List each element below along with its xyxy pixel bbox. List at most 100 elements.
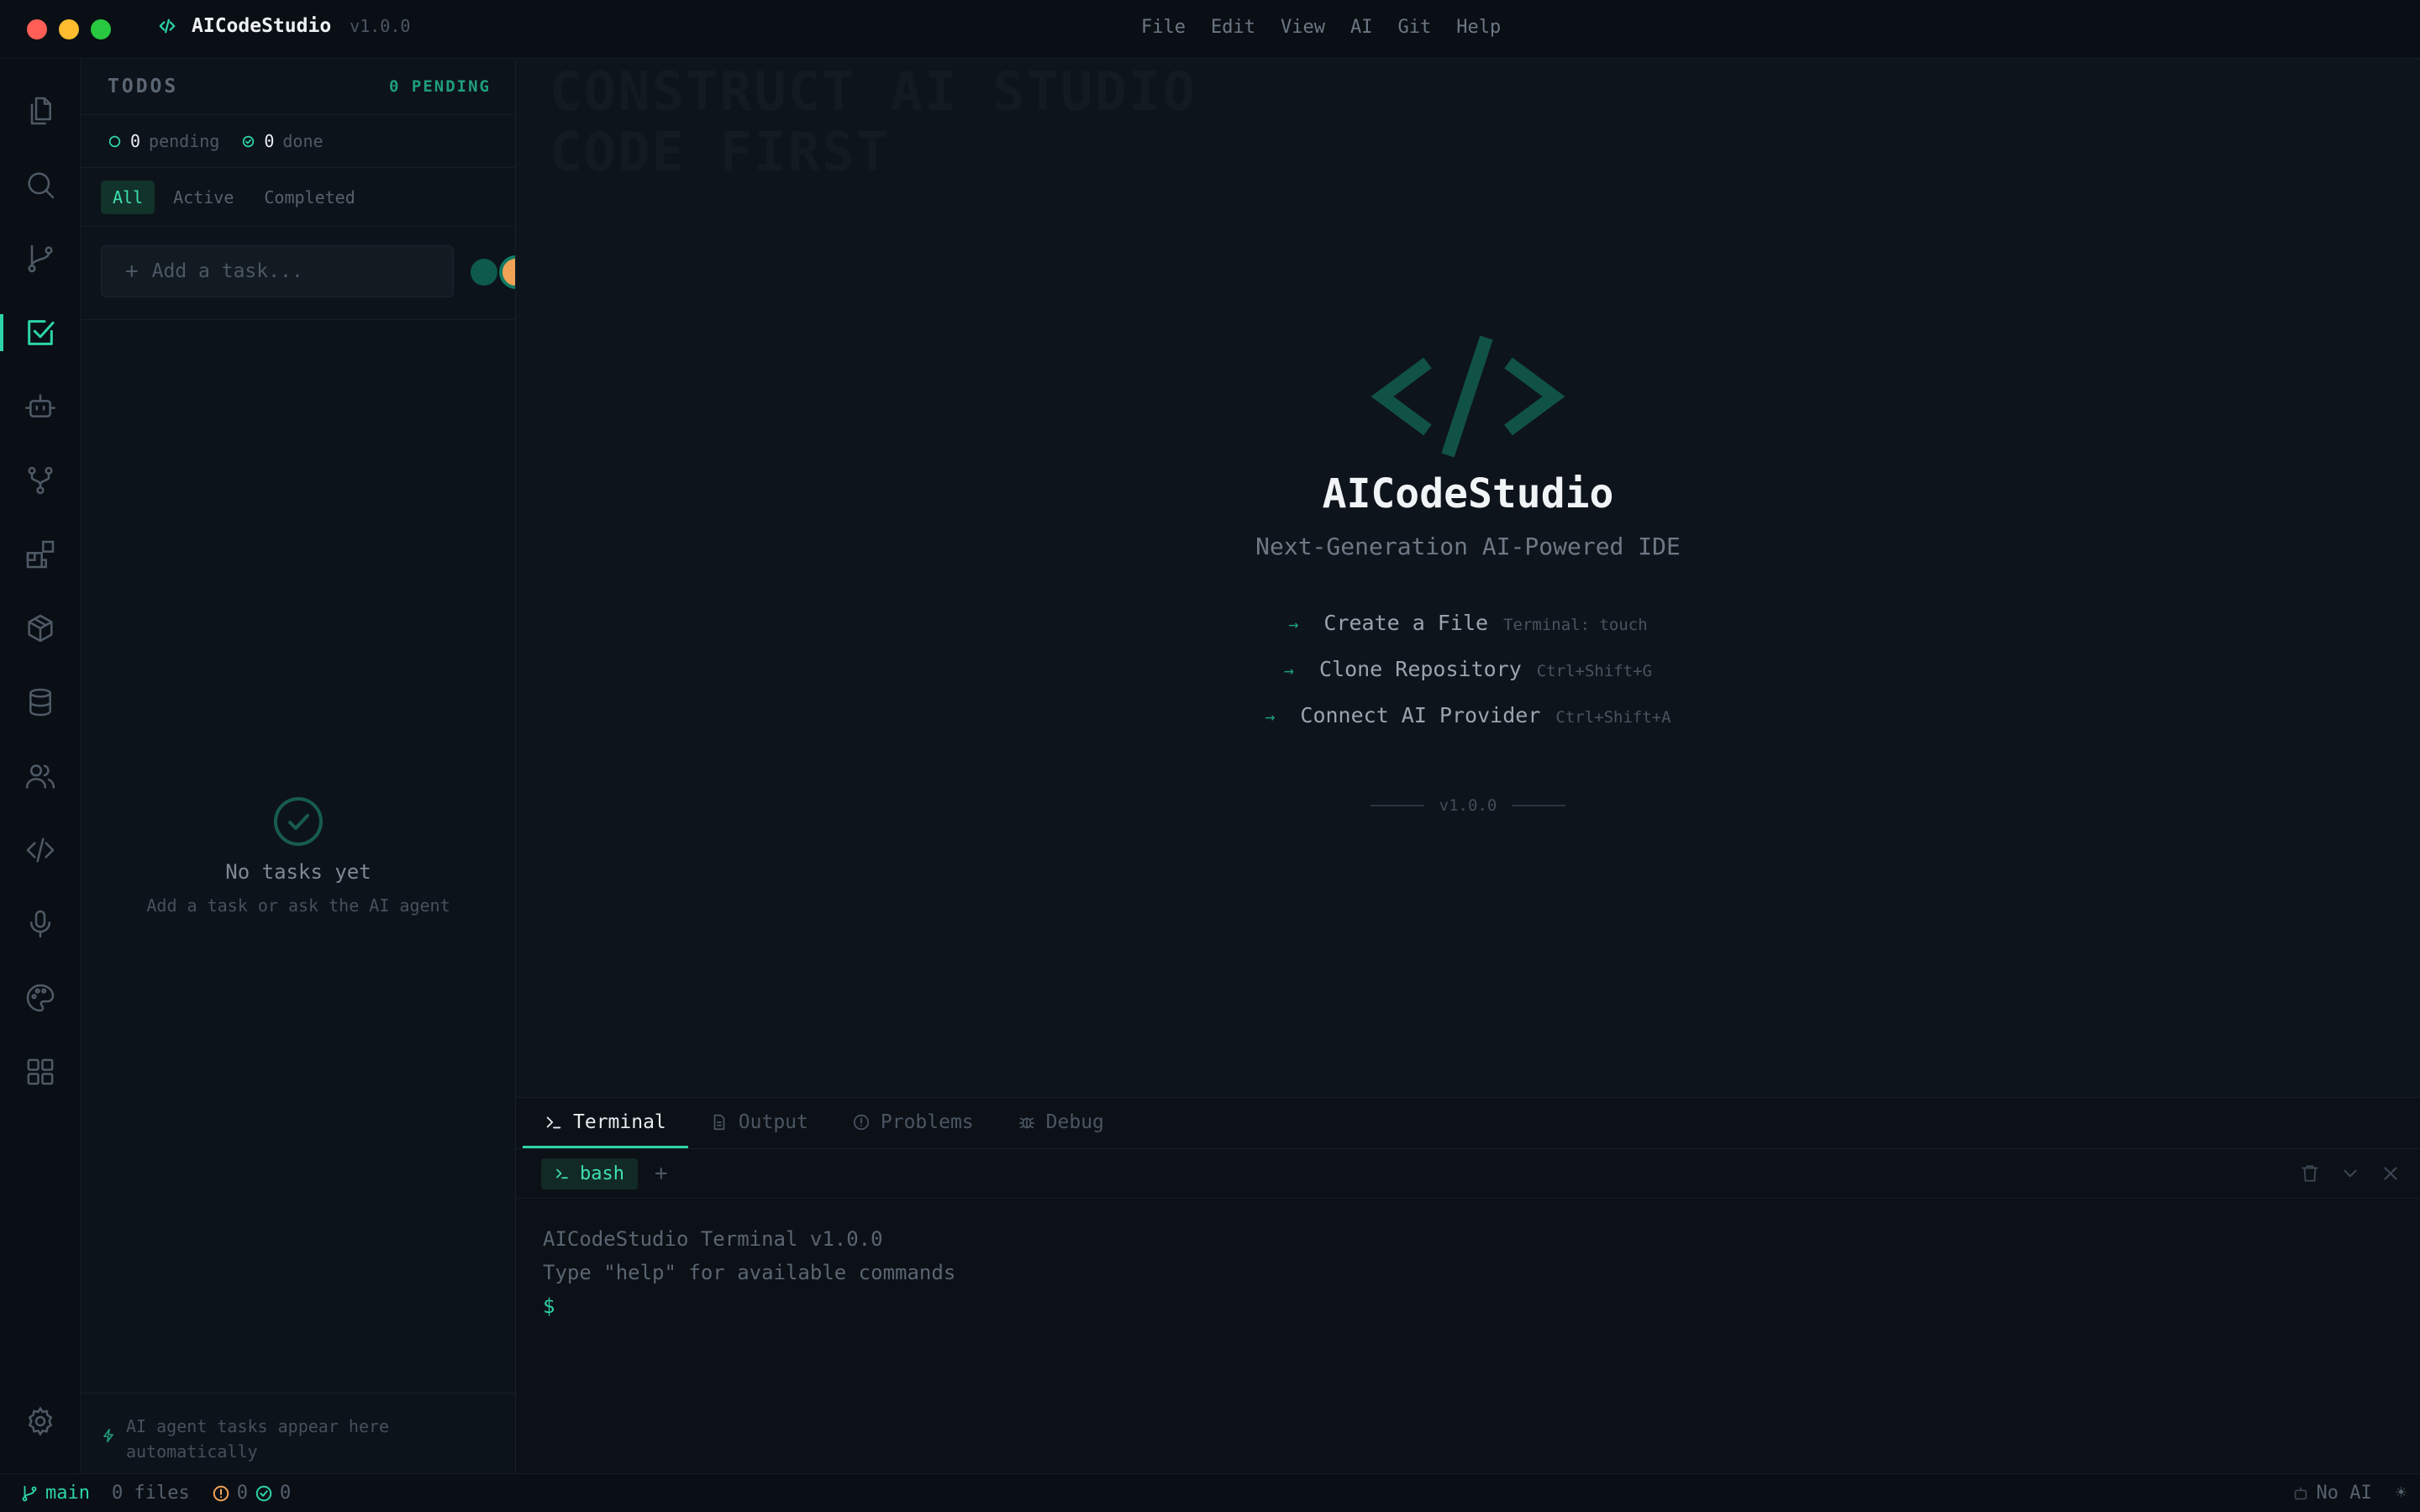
ai-status-label: No AI bbox=[2316, 1483, 2372, 1504]
status-dot-orange[interactable] bbox=[499, 255, 515, 289]
title-bar: AICodeStudio v1.0.0 File Edit View AI Gi… bbox=[0, 0, 2420, 59]
microphone-icon[interactable] bbox=[0, 894, 81, 954]
palette-icon[interactable] bbox=[0, 968, 81, 1028]
errors-status[interactable]: 0 0 bbox=[212, 1483, 292, 1504]
new-terminal-button[interactable]: + bbox=[655, 1161, 668, 1186]
git-graph-icon[interactable] bbox=[0, 450, 81, 511]
panel-tabs: Terminal Output Problems Debug bbox=[523, 1098, 1126, 1148]
action-label: Connect AI Provider bbox=[1300, 703, 1541, 727]
activity-bar bbox=[0, 59, 81, 1473]
empty-subtitle: Add a task or ask the AI agent bbox=[146, 895, 450, 916]
status-bar: main 0 files 0 0 No AI ☀ bbox=[0, 1473, 2420, 1512]
extensions-icon[interactable] bbox=[0, 524, 81, 585]
status-right: No AI ☀ bbox=[2291, 1483, 2407, 1504]
arrow-right-icon: → bbox=[1288, 614, 1299, 634]
robot-icon bbox=[2294, 1487, 2307, 1499]
filter-all[interactable]: All bbox=[101, 180, 155, 214]
menu-file[interactable]: File bbox=[1141, 17, 1186, 38]
tab-label: Debug bbox=[1045, 1110, 1104, 1133]
terminal-icon bbox=[546, 1116, 561, 1128]
arrow-right-icon: → bbox=[1283, 660, 1294, 680]
panel-controls bbox=[2299, 1163, 2402, 1184]
todos-title: TODOS bbox=[108, 76, 179, 97]
arrow-right-icon: → bbox=[1265, 706, 1276, 727]
trash-icon[interactable] bbox=[2299, 1163, 2321, 1184]
code-logo-icon bbox=[159, 18, 176, 34]
divider-line bbox=[1512, 805, 1566, 806]
code-logo-icon bbox=[1370, 336, 1565, 458]
tab-problems[interactable]: Problems bbox=[830, 1098, 996, 1148]
todos-sidebar: TODOS 0 PENDING 0 pending 0 done All Act… bbox=[81, 59, 516, 1473]
menu-git[interactable]: Git bbox=[1397, 17, 1431, 38]
menu-edit[interactable]: Edit bbox=[1211, 17, 1255, 38]
version-label: v1.0.0 bbox=[1439, 796, 1497, 815]
welcome-title: AICodeStudio bbox=[1322, 470, 1614, 517]
terminal-prompt[interactable]: $ bbox=[543, 1289, 955, 1323]
database-icon[interactable] bbox=[0, 672, 81, 732]
errors-count: 0 bbox=[236, 1483, 248, 1504]
todos-header: TODOS 0 PENDING bbox=[81, 59, 515, 114]
status-dot-teal[interactable] bbox=[471, 259, 497, 286]
filter-active[interactable]: Active bbox=[161, 181, 245, 214]
maximize-window-button[interactable] bbox=[91, 19, 111, 39]
menu-view[interactable]: View bbox=[1281, 17, 1325, 38]
window-controls bbox=[27, 19, 111, 39]
bottom-panel: Terminal Output Problems Debug bash + AI… bbox=[516, 1097, 2420, 1473]
files-status: 0 files bbox=[111, 1483, 190, 1504]
collaboration-icon[interactable] bbox=[0, 746, 81, 806]
chevron-down-icon[interactable] bbox=[2339, 1163, 2361, 1184]
todos-icon[interactable] bbox=[0, 302, 81, 363]
connect-ai-provider-action[interactable]: → Connect AI Provider Ctrl+Shift+A bbox=[1265, 703, 1670, 727]
search-icon[interactable] bbox=[0, 155, 81, 215]
done-count: 0 bbox=[264, 131, 275, 151]
settings-icon[interactable] bbox=[0, 1391, 81, 1452]
action-shortcut: Ctrl+Shift+A bbox=[1555, 708, 1671, 727]
tab-label: Problems bbox=[880, 1110, 974, 1133]
tab-output[interactable]: Output bbox=[688, 1098, 830, 1148]
empty-state: No tasks yet Add a task or ask the AI ag… bbox=[81, 795, 515, 916]
clone-repository-action[interactable]: → Clone Repository Ctrl+Shift+G bbox=[1284, 657, 1652, 681]
terminal-output[interactable]: AICodeStudio Terminal v1.0.0 Type "help"… bbox=[543, 1222, 955, 1323]
menu-ai[interactable]: AI bbox=[1350, 17, 1373, 38]
close-icon[interactable] bbox=[2380, 1163, 2402, 1184]
minimize-window-button[interactable] bbox=[59, 19, 79, 39]
terminal-session-label: bash bbox=[580, 1163, 624, 1184]
footer-note: AI agent tasks appear here automatically bbox=[126, 1416, 390, 1462]
filter-completed[interactable]: Completed bbox=[252, 181, 366, 214]
menu-help[interactable]: Help bbox=[1456, 17, 1501, 38]
apps-grid-icon[interactable] bbox=[0, 1042, 81, 1102]
code-icon[interactable] bbox=[0, 820, 81, 880]
done-label: done bbox=[282, 131, 324, 151]
theme-toggle-icon[interactable]: ☀ bbox=[2396, 1483, 2407, 1504]
terminal-line: Type "help" for available commands bbox=[543, 1261, 956, 1284]
sidebar-divider bbox=[81, 319, 515, 320]
terminal-session-tab[interactable]: bash bbox=[541, 1158, 638, 1189]
explorer-icon[interactable] bbox=[0, 81, 81, 141]
action-label: Clone Repository bbox=[1318, 657, 1522, 681]
close-window-button[interactable] bbox=[27, 19, 47, 39]
checks-count: 0 bbox=[279, 1483, 292, 1504]
check-circle-icon bbox=[243, 135, 255, 147]
terminal-tabs: bash + bbox=[516, 1148, 2420, 1199]
git-branch-icon bbox=[22, 1485, 37, 1501]
menu-bar: File Edit View AI Git Help bbox=[1141, 17, 1501, 38]
action-shortcut: Ctrl+Shift+G bbox=[1536, 662, 1653, 680]
tab-terminal[interactable]: Terminal bbox=[523, 1098, 688, 1148]
add-task-input[interactable]: + Add a task... bbox=[101, 245, 454, 297]
action-label: Create a File bbox=[1323, 611, 1489, 635]
tab-label: Output bbox=[738, 1110, 808, 1133]
divider-line bbox=[1370, 805, 1424, 806]
ai-status[interactable]: No AI bbox=[2291, 1483, 2372, 1504]
ai-agent-icon[interactable] bbox=[0, 376, 81, 437]
check-circle-icon bbox=[255, 1485, 272, 1501]
packages-icon[interactable] bbox=[0, 598, 81, 659]
action-shortcut: Terminal: touch bbox=[1503, 616, 1648, 634]
welcome-subtitle: Next-Generation AI-Powered IDE bbox=[1255, 533, 1681, 560]
watermark-line: CONSTRUCT AI STUDIO bbox=[550, 61, 1197, 123]
pending-label: pending bbox=[149, 131, 220, 151]
branch-status[interactable]: main bbox=[20, 1483, 90, 1504]
plus-icon: + bbox=[125, 259, 139, 284]
source-control-icon[interactable] bbox=[0, 228, 81, 289]
tab-debug[interactable]: Debug bbox=[996, 1098, 1126, 1148]
create-file-action[interactable]: → Create a File Terminal: touch bbox=[1288, 611, 1647, 635]
